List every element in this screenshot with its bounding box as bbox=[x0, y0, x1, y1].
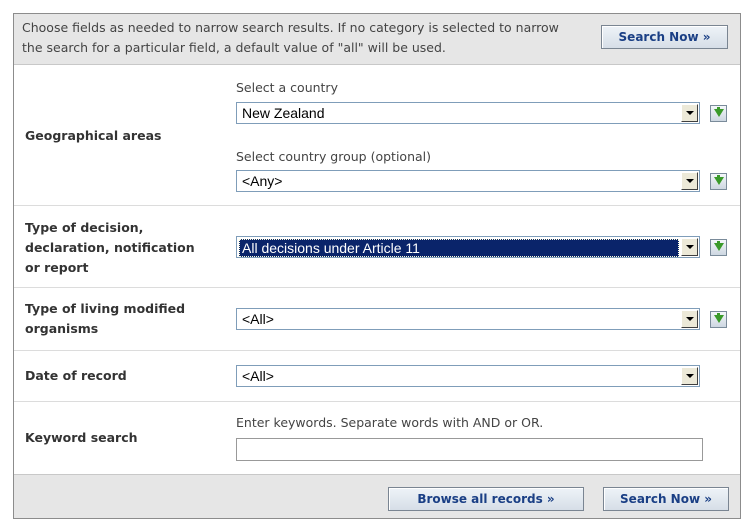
keyword-hint: Enter keywords. Separate words with AND … bbox=[236, 415, 544, 430]
date-of-record-select-value: <All> bbox=[242, 368, 274, 384]
keyword-input[interactable] bbox=[236, 438, 703, 461]
date-of-record-select[interactable]: <All> bbox=[236, 365, 700, 387]
row-date-of-record: Date of record <All> bbox=[14, 352, 740, 402]
country-hint: Select a country bbox=[236, 80, 338, 95]
search-panel: Choose fields as needed to narrow search… bbox=[13, 13, 741, 519]
chevron-down-icon[interactable] bbox=[681, 310, 698, 328]
country-group-select[interactable]: <Any> bbox=[236, 170, 700, 192]
add-to-list-icon[interactable] bbox=[710, 105, 727, 122]
add-to-list-icon[interactable] bbox=[710, 173, 727, 190]
lmo-type-select-value: <All> bbox=[242, 311, 274, 327]
geographical-areas-label: Geographical areas bbox=[25, 128, 162, 143]
country-group-select-value: <Any> bbox=[242, 173, 283, 189]
date-of-record-label: Date of record bbox=[25, 368, 127, 383]
decision-type-label: Type of decision, declaration, notificat… bbox=[25, 220, 195, 275]
lmo-type-label: Type of living modified organisms bbox=[25, 301, 186, 336]
browse-all-records-button[interactable]: Browse all records » bbox=[388, 487, 584, 511]
decision-type-select-value: All decisions under Article 11 bbox=[239, 239, 679, 257]
chevron-down-icon[interactable] bbox=[681, 104, 698, 122]
add-to-list-icon[interactable] bbox=[710, 311, 727, 328]
search-now-button-top[interactable]: Search Now » bbox=[601, 25, 728, 49]
decision-type-select[interactable]: All decisions under Article 11 bbox=[236, 236, 700, 258]
chevron-down-icon[interactable] bbox=[681, 172, 698, 190]
country-group-hint: Select country group (optional) bbox=[236, 149, 432, 164]
search-now-button-bottom[interactable]: Search Now » bbox=[603, 487, 729, 511]
lmo-type-select[interactable]: <All> bbox=[236, 308, 700, 330]
add-to-list-icon[interactable] bbox=[710, 239, 727, 256]
top-bar: Choose fields as needed to narrow search… bbox=[14, 14, 740, 65]
country-select[interactable]: New Zealand bbox=[236, 102, 700, 124]
row-lmo-type: Type of living modified organisms <All> bbox=[14, 289, 740, 351]
country-select-value: New Zealand bbox=[242, 105, 325, 121]
intro-text: Choose fields as needed to narrow search… bbox=[22, 20, 559, 55]
row-decision-type: Type of decision, declaration, notificat… bbox=[14, 207, 740, 288]
chevron-down-icon[interactable] bbox=[681, 367, 698, 385]
chevron-down-icon[interactable] bbox=[681, 238, 698, 256]
keyword-search-label: Keyword search bbox=[25, 430, 138, 445]
row-geographical-areas: Geographical areas Select a country New … bbox=[14, 66, 740, 206]
